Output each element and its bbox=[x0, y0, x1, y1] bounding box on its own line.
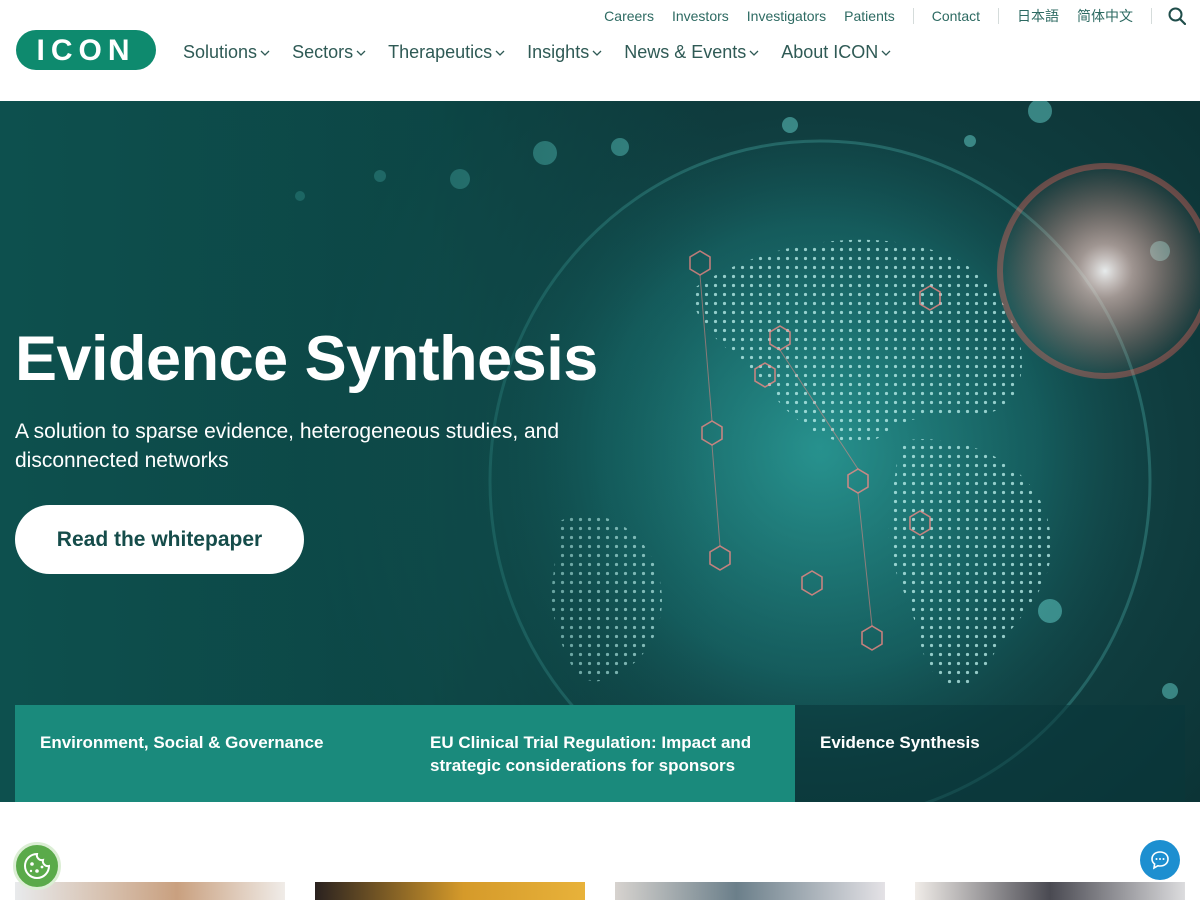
read-whitepaper-button[interactable]: Read the whitepaper bbox=[15, 505, 304, 574]
carousel-tab-eu-ctr[interactable]: EU Clinical Trial Regulation: Impact and… bbox=[405, 705, 795, 802]
insight-card-image[interactable] bbox=[15, 882, 285, 900]
insight-cards-row bbox=[0, 882, 1200, 900]
utility-link-patients[interactable]: Patients bbox=[844, 8, 895, 24]
search-icon[interactable] bbox=[1168, 7, 1186, 25]
language-chinese[interactable]: 简体中文 bbox=[1077, 6, 1133, 26]
hero-banner: Evidence Synthesis A solution to sparse … bbox=[0, 101, 1200, 802]
site-header: ICON Careers Investors Investigators Pat… bbox=[0, 0, 1200, 101]
utility-link-investors[interactable]: Investors bbox=[672, 8, 729, 24]
hero-title: Evidence Synthesis bbox=[15, 324, 598, 394]
insight-card-image[interactable] bbox=[315, 882, 585, 900]
carousel-tabs: Environment, Social & Governance EU Clin… bbox=[15, 705, 1185, 802]
utility-divider bbox=[912, 8, 914, 24]
carousel-tab-evidence-synthesis[interactable]: Evidence Synthesis bbox=[795, 705, 1185, 802]
nav-item-sectors[interactable]: Sectors bbox=[292, 42, 366, 63]
nav-item-insights[interactable]: Insights bbox=[527, 42, 602, 63]
chevron-down-icon bbox=[495, 49, 505, 57]
logo-text: ICON bbox=[37, 34, 136, 67]
carousel-tab-esg[interactable]: Environment, Social & Governance bbox=[15, 705, 405, 802]
hero-subtitle: A solution to sparse evidence, heterogen… bbox=[15, 420, 560, 472]
nav-item-about-icon[interactable]: About ICON bbox=[781, 42, 891, 63]
insight-card-image[interactable] bbox=[615, 882, 885, 900]
chat-bubble-icon[interactable] bbox=[1140, 840, 1180, 880]
utility-link-contact[interactable]: Contact bbox=[932, 8, 980, 24]
cookie-icon[interactable] bbox=[13, 842, 61, 890]
nav-item-news-events[interactable]: News & Events bbox=[624, 42, 759, 63]
chevron-down-icon bbox=[592, 49, 602, 57]
utility-nav: Careers Investors Investigators Patients… bbox=[586, 6, 1186, 26]
chevron-down-icon bbox=[356, 49, 366, 57]
chevron-down-icon bbox=[881, 49, 891, 57]
chevron-down-icon bbox=[749, 49, 759, 57]
main-nav: Solutions Sectors Therapeutics Insights … bbox=[183, 42, 913, 63]
utility-divider bbox=[1151, 8, 1152, 24]
logo-icon: ICON bbox=[16, 30, 156, 70]
utility-divider bbox=[998, 8, 999, 24]
utility-link-investigators[interactable]: Investigators bbox=[747, 8, 826, 24]
nav-item-therapeutics[interactable]: Therapeutics bbox=[388, 42, 505, 63]
insight-card-image[interactable] bbox=[915, 882, 1185, 900]
nav-item-solutions[interactable]: Solutions bbox=[183, 42, 270, 63]
utility-link-careers[interactable]: Careers bbox=[604, 8, 654, 24]
chevron-down-icon bbox=[260, 49, 270, 57]
icon-logo[interactable]: ICON bbox=[16, 30, 156, 70]
language-japanese[interactable]: 日本語 bbox=[1017, 6, 1059, 26]
